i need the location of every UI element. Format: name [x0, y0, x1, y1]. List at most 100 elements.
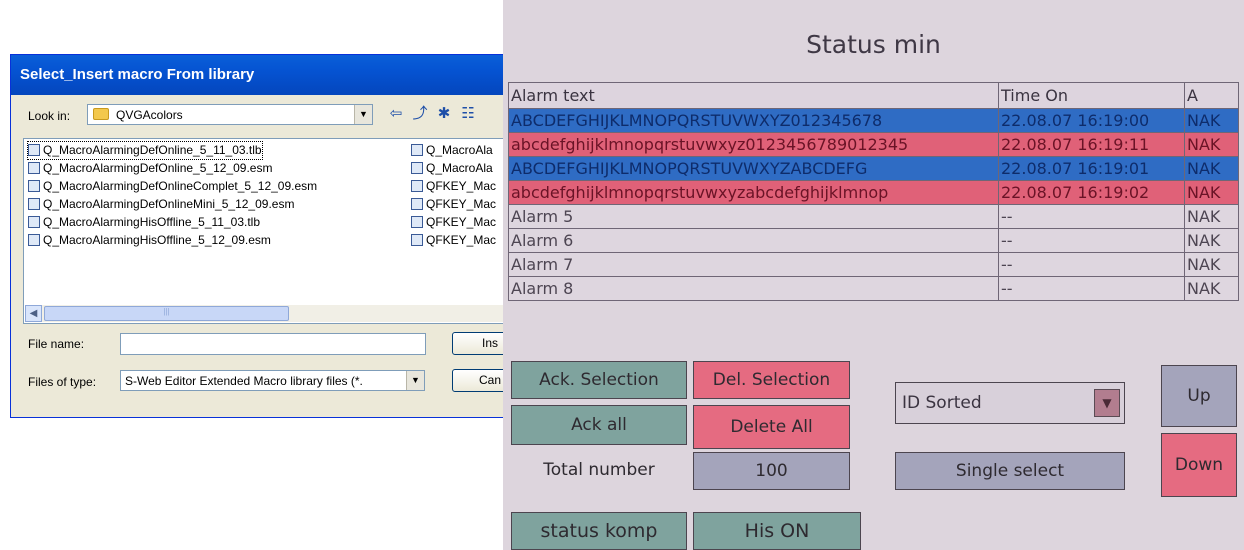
file-item[interactable]: Q_MacroAla — [411, 160, 493, 177]
folder-icon — [93, 108, 109, 120]
alarm-ack-status-cell: NAK — [1184, 132, 1239, 157]
file-item[interactable]: Q_MacroAlarmingDefOnline_5_12_09.esm — [28, 160, 272, 177]
alarm-time-on-cell: 22.08.07 16:19:11 — [998, 132, 1185, 157]
macro-file-icon — [411, 180, 423, 192]
del-selection-button[interactable]: Del. Selection — [693, 361, 850, 399]
macro-file-icon — [28, 234, 40, 246]
macro-file-icon — [28, 162, 40, 174]
alarm-text-cell: abcdefghijklmnopqrstuvwxyz01234567890123… — [508, 132, 999, 157]
column-header: Alarm text — [508, 82, 999, 109]
macro-file-icon — [411, 198, 423, 210]
file-item[interactable]: Q_MacroAlarmingDefOnlineMini_5_12_09.esm — [28, 196, 294, 213]
alarm-time-on-cell: -- — [998, 276, 1185, 301]
alarm-ack-status-cell: NAK — [1184, 156, 1239, 181]
alarm-ack-status-cell: NAK — [1184, 180, 1239, 205]
file-item[interactable]: Q_MacroAlarmingHisOffline_5_11_03.tlb — [28, 214, 260, 231]
macro-file-icon — [28, 216, 40, 228]
view-menu-icon[interactable]: ☷ — [458, 104, 478, 124]
macro-file-icon — [28, 144, 40, 156]
ack-selection-button[interactable]: Ack. Selection — [511, 361, 687, 399]
insert-macro-dialog: Select_Insert macro From library Look in… — [10, 54, 510, 418]
up-folder-icon[interactable]: ⤴ — [410, 104, 430, 124]
alarm-row[interactable]: ABCDEFGHIJKLMNOPQRSTUVWXYZABCDEFG 22.08.0… — [508, 156, 1239, 181]
alarm-text-cell: Alarm 7 — [508, 252, 999, 277]
chevron-down-icon[interactable]: ▼ — [406, 371, 424, 390]
alarm-row[interactable]: Alarm 8 -- NAK — [508, 276, 1239, 301]
alarm-table: Alarm text Time On A ABCDEFGHIJKLMNOPQRS… — [508, 82, 1239, 301]
file-type-value: S-Web Editor Extended Macro library file… — [125, 374, 363, 388]
alarm-time-on-cell: -- — [998, 252, 1185, 277]
scroll-left-icon[interactable]: ◀ — [25, 305, 42, 322]
alarm-text-cell: Alarm 6 — [508, 228, 999, 253]
file-item[interactable]: Q_MacroAla — [411, 142, 493, 159]
alarm-ack-status-cell: NAK — [1184, 252, 1239, 277]
alarm-row[interactable]: ABCDEFGHIJKLMNOPQRSTUVWXYZ012345678 22.08… — [508, 108, 1239, 133]
file-item[interactable]: Q_MacroAlarmingDefOnlineComplet_5_12_09.… — [28, 178, 317, 195]
dialog-title: Select_Insert macro From library — [11, 55, 509, 95]
ack-all-button[interactable]: Ack all — [511, 405, 687, 445]
insert-button[interactable]: Ins — [452, 332, 509, 355]
alarm-row[interactable]: Alarm 6 -- NAK — [508, 228, 1239, 253]
sort-value: ID Sorted — [902, 393, 982, 413]
macro-file-icon — [411, 162, 423, 174]
column-header: A — [1184, 82, 1239, 109]
alarm-text-cell: Alarm 5 — [508, 204, 999, 229]
alarm-text-cell: ABCDEFGHIJKLMNOPQRSTUVWXYZ012345678 — [508, 108, 999, 133]
macro-file-icon — [411, 234, 423, 246]
look-in-label: Look in: — [28, 109, 71, 123]
file-name-input[interactable] — [120, 333, 426, 355]
macro-file-icon — [411, 216, 423, 228]
alarm-time-on-cell: 22.08.07 16:19:01 — [998, 156, 1185, 181]
alarm-row[interactable]: abcdefghijklmnopqrstuvwxyzabcdefghijklmn… — [508, 180, 1239, 205]
single-select-button[interactable]: Single select — [895, 452, 1125, 490]
alarm-ack-status-cell: NAK — [1184, 108, 1239, 133]
look-in-dropdown[interactable]: QVGAcolors ▼ — [87, 104, 373, 125]
file-item[interactable]: QFKEY_Mac — [411, 178, 496, 195]
alarm-ack-status-cell: NAK — [1184, 276, 1239, 301]
chevron-down-icon[interactable]: ▼ — [1094, 389, 1120, 417]
total-number-label: Total number — [511, 452, 687, 488]
his-on-button[interactable]: His ON — [693, 512, 861, 550]
file-name-label: File name: — [28, 337, 85, 351]
chevron-down-icon[interactable]: ▼ — [354, 105, 372, 124]
new-folder-icon[interactable]: ✱ — [434, 104, 454, 124]
file-list: Q_MacroAlarmingDefOnline_5_11_03.tlb Q_M… — [23, 138, 509, 324]
file-item[interactable]: QFKEY_Mac — [411, 214, 496, 231]
screen-title: Status min — [806, 30, 941, 59]
table-header-row: Alarm text Time On A — [508, 82, 1239, 109]
sort-dropdown[interactable]: ID Sorted ▼ — [895, 382, 1125, 424]
alarm-row[interactable]: Alarm 5 -- NAK — [508, 204, 1239, 229]
file-item[interactable]: Q_MacroAlarmingDefOnline_5_11_03.tlb — [27, 141, 263, 160]
alarm-text-cell: Alarm 8 — [508, 276, 999, 301]
file-item[interactable]: QFKEY_Mac — [411, 196, 496, 213]
file-item[interactable]: QFKEY_Mac — [411, 232, 496, 249]
alarm-row[interactable]: Alarm 7 -- NAK — [508, 252, 1239, 277]
file-item[interactable]: Q_MacroAlarmingHisOffline_5_12_09.esm — [28, 232, 271, 249]
total-number-value: 100 — [693, 452, 850, 490]
hmi-alarm-screen: Status min Alarm text Time On A ABCDEFGH… — [503, 0, 1244, 550]
back-arrow-icon[interactable]: ⇦ — [386, 104, 406, 124]
file-type-label: Files of type: — [28, 375, 97, 389]
column-header: Time On — [998, 82, 1185, 109]
status-komp-button[interactable]: status komp — [511, 512, 687, 550]
file-type-dropdown[interactable]: S-Web Editor Extended Macro library file… — [120, 370, 425, 391]
down-button[interactable]: Down — [1161, 433, 1237, 497]
alarm-text-cell: abcdefghijklmnopqrstuvwxyzabcdefghijklmn… — [508, 180, 999, 205]
alarm-time-on-cell: -- — [998, 204, 1185, 229]
alarm-time-on-cell: -- — [998, 228, 1185, 253]
cancel-button[interactable]: Can — [452, 369, 509, 392]
macro-file-icon — [28, 180, 40, 192]
alarm-ack-status-cell: NAK — [1184, 228, 1239, 253]
horizontal-scrollbar[interactable]: ◀ ||| — [25, 305, 509, 322]
alarm-row[interactable]: abcdefghijklmnopqrstuvwxyz01234567890123… — [508, 132, 1239, 157]
macro-file-icon — [28, 198, 40, 210]
macro-file-icon — [411, 144, 423, 156]
alarm-time-on-cell: 22.08.07 16:19:00 — [998, 108, 1185, 133]
look-in-value: QVGAcolors — [116, 108, 183, 122]
alarm-ack-status-cell: NAK — [1184, 204, 1239, 229]
alarm-time-on-cell: 22.08.07 16:19:02 — [998, 180, 1185, 205]
delete-all-button[interactable]: Delete All — [693, 405, 850, 449]
up-button[interactable]: Up — [1161, 365, 1237, 427]
scrollbar-thumb[interactable]: ||| — [44, 306, 289, 321]
alarm-text-cell: ABCDEFGHIJKLMNOPQRSTUVWXYZABCDEFG — [508, 156, 999, 181]
